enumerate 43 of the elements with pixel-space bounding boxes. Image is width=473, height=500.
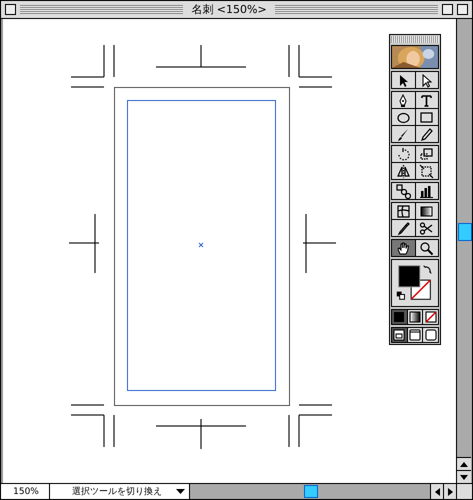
horizontal-scrollbar[interactable]: [190, 484, 430, 499]
selection-tool-icon[interactable]: [392, 72, 414, 88]
scroll-thumb[interactable]: [458, 223, 472, 241]
none-mode-icon[interactable]: [423, 310, 438, 324]
scroll-up-icon[interactable]: [457, 457, 471, 470]
gradient-tool-icon[interactable]: [416, 203, 438, 219]
center-point-icon: [198, 242, 204, 248]
mesh-tool-icon[interactable]: [392, 203, 414, 219]
screen-mode-icon[interactable]: [423, 328, 438, 342]
collapse-box[interactable]: [457, 4, 468, 15]
caret-icon: [176, 489, 185, 494]
pencil-tool-icon[interactable]: [416, 126, 438, 142]
window-title: 名刺 <150%>: [190, 2, 268, 17]
scale-tool-icon[interactable]: [416, 146, 438, 162]
fill-stroke-icon[interactable]: [391, 259, 439, 307]
type-tool-icon[interactable]: [416, 92, 438, 108]
scroll-down-icon[interactable]: [457, 470, 471, 483]
vertical-scrollbar[interactable]: [457, 19, 472, 483]
scroll-thumb[interactable]: [304, 485, 318, 498]
blend-tool-icon[interactable]: [392, 183, 414, 199]
rotate-tool-icon[interactable]: [392, 146, 414, 162]
resize-grip[interactable]: [456, 484, 472, 499]
gradient-mode-icon[interactable]: [408, 310, 422, 324]
scissors-tool-icon[interactable]: [416, 220, 438, 236]
pen-tool-icon[interactable]: [392, 92, 414, 108]
screen-mode-icon[interactable]: [408, 328, 422, 342]
close-box[interactable]: [5, 4, 16, 15]
eyedropper-tool-icon[interactable]: [392, 220, 414, 236]
zoom-field[interactable]: 150%: [3, 484, 50, 499]
ellipse-tool-icon[interactable]: [392, 109, 414, 125]
screen-mode-icon[interactable]: [392, 328, 407, 342]
brush-tool-icon[interactable]: [392, 126, 414, 142]
reflect-tool-icon[interactable]: [392, 163, 414, 179]
scroll-left-icon[interactable]: [430, 484, 443, 499]
direct-selection-tool-icon[interactable]: [416, 72, 438, 88]
color-mode-icon[interactable]: [392, 310, 407, 324]
graph-tool-icon[interactable]: [416, 183, 438, 199]
free-transform-tool-icon[interactable]: [416, 163, 438, 179]
rectangle-tool-icon[interactable]: [416, 109, 438, 125]
zoom-tool-icon[interactable]: [416, 240, 438, 256]
hand-tool-icon[interactable]: [392, 240, 414, 256]
scroll-right-icon[interactable]: [443, 484, 456, 499]
zoom-box[interactable]: [442, 4, 454, 15]
